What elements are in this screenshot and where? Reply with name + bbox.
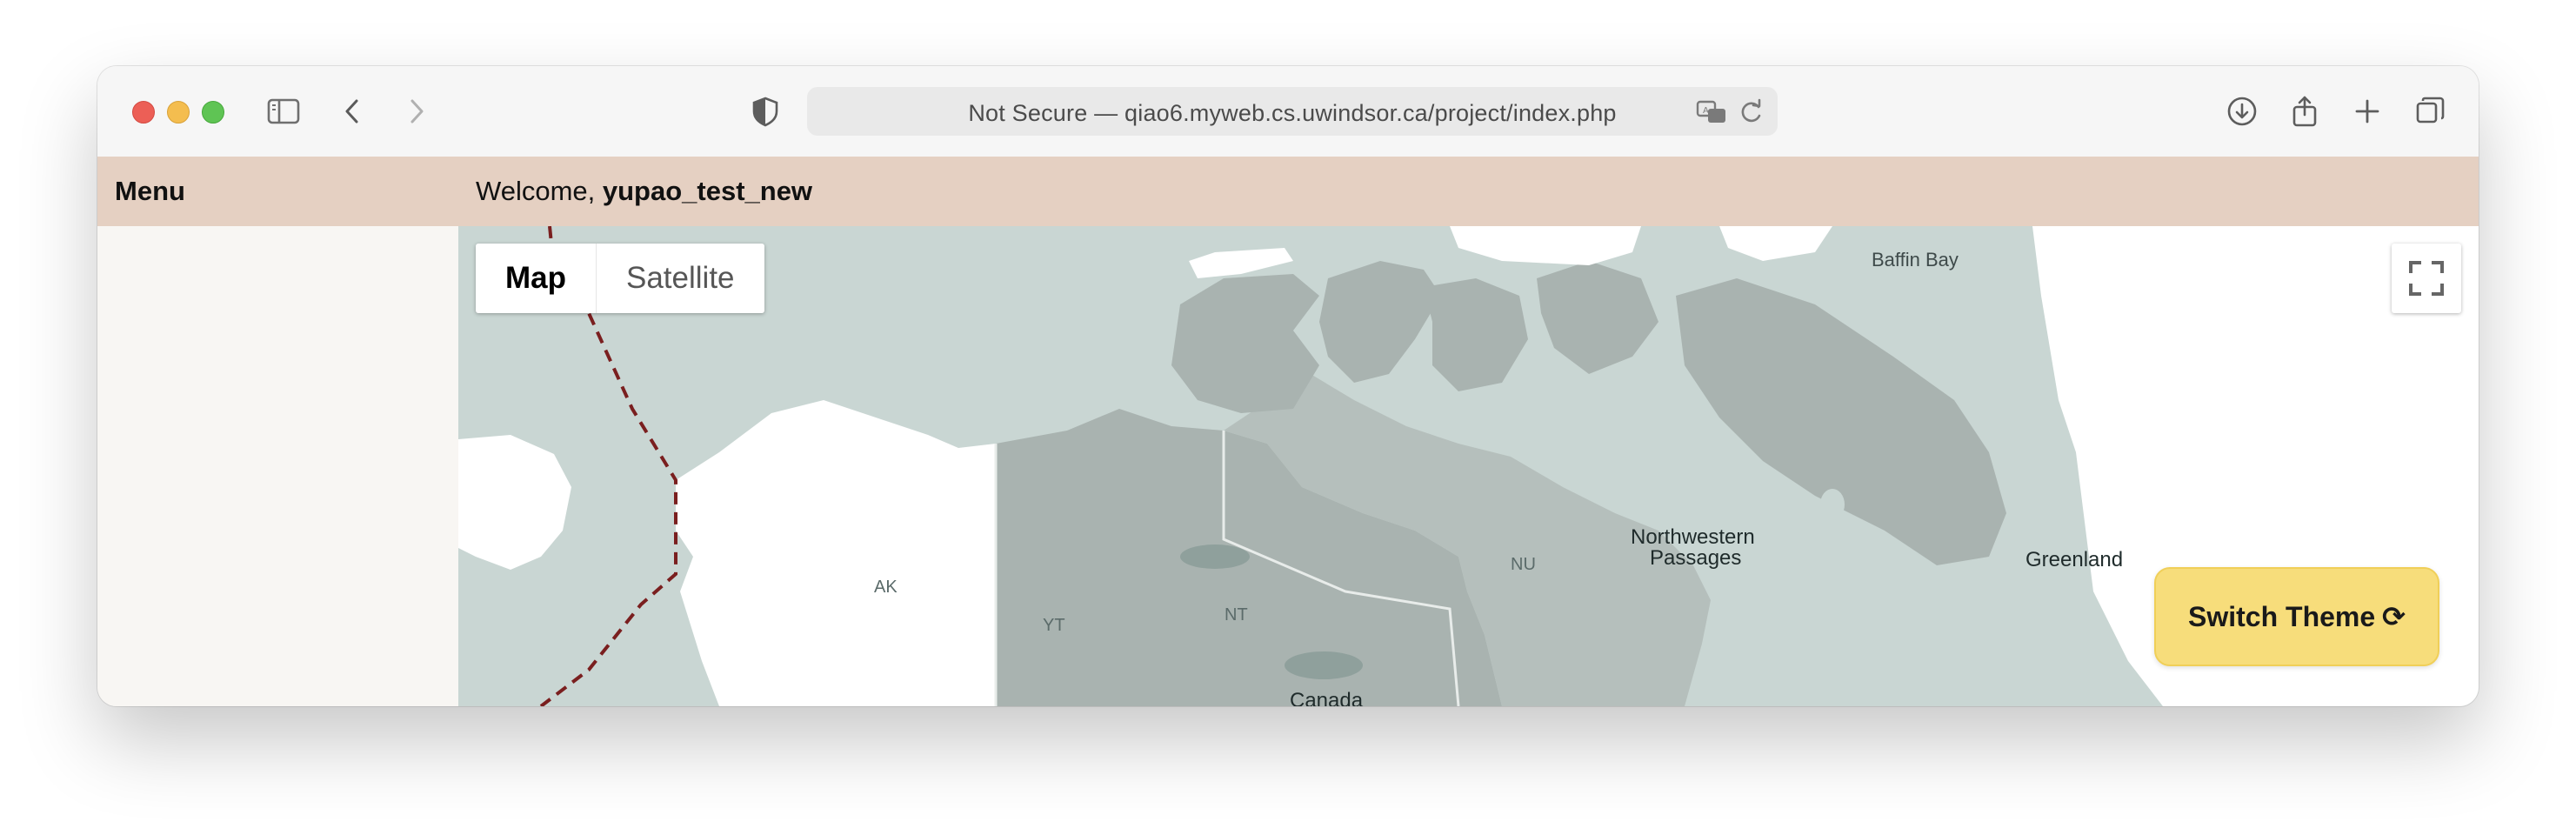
forward-icon[interactable] bbox=[397, 92, 435, 130]
browser-window: Not Secure — qiao6.myweb.cs.uwindsor.ca/… bbox=[97, 66, 2479, 706]
lake-small bbox=[1820, 489, 1845, 520]
close-window-button[interactable] bbox=[132, 101, 155, 124]
address-bar[interactable]: Not Secure — qiao6.myweb.cs.uwindsor.ca/… bbox=[807, 87, 1778, 136]
page-header: Menu Welcome, yupao_test_new bbox=[97, 157, 2479, 226]
map-type-control: Map Satellite bbox=[476, 244, 764, 313]
back-icon[interactable] bbox=[334, 92, 372, 130]
sidebar-toggle-icon[interactable] bbox=[264, 92, 303, 130]
map-label-passages: Passages bbox=[1650, 546, 1742, 570]
map-type-map-button[interactable]: Map bbox=[476, 244, 597, 313]
welcome-message: Welcome, yupao_test_new bbox=[476, 176, 812, 207]
map-type-satellite-button[interactable]: Satellite bbox=[597, 244, 764, 313]
arctic-island-3 bbox=[1424, 278, 1528, 391]
translate-icon[interactable]: A bbox=[1692, 92, 1731, 130]
share-icon[interactable] bbox=[2286, 92, 2324, 130]
welcome-prefix: Welcome, bbox=[476, 176, 603, 206]
browser-toolbar: Not Secure — qiao6.myweb.cs.uwindsor.ca/… bbox=[97, 66, 2479, 158]
north-island bbox=[1450, 226, 1641, 265]
map-label-greenland: Greenland bbox=[2025, 548, 2124, 571]
switch-theme-label: Switch Theme bbox=[2188, 600, 2376, 632]
privacy-shield-icon[interactable] bbox=[746, 92, 784, 130]
alaska-landmass bbox=[458, 435, 571, 570]
map-view[interactable]: Baffin Bay Northwestern Passages Greenla… bbox=[458, 226, 2479, 706]
map-label-yt: YT bbox=[1043, 616, 1065, 635]
download-icon[interactable] bbox=[2223, 92, 2261, 130]
alaska-mainland bbox=[676, 400, 996, 706]
map-label-nu: NU bbox=[1511, 555, 1536, 574]
fullscreen-icon bbox=[2409, 261, 2444, 296]
north-island-3 bbox=[1719, 226, 1832, 261]
username: yupao_test_new bbox=[602, 176, 813, 206]
baffin-island bbox=[1676, 278, 2006, 565]
switch-theme-button[interactable]: Switch Theme ⟳ bbox=[2154, 567, 2439, 666]
minimize-window-button[interactable] bbox=[167, 101, 190, 124]
menu-title[interactable]: Menu bbox=[115, 176, 185, 207]
svg-text:A: A bbox=[1703, 106, 1709, 116]
map-label-baffin-bay: Baffin Bay bbox=[1872, 249, 1959, 271]
reload-icon[interactable] bbox=[1732, 92, 1771, 130]
arctic-island-2 bbox=[1319, 261, 1441, 383]
north-island-2 bbox=[1189, 248, 1293, 278]
great-bear-lake bbox=[1180, 544, 1250, 569]
map-label-nt: NT bbox=[1225, 605, 1248, 625]
sidebar-menu bbox=[97, 226, 458, 706]
map-label-canada: Canada bbox=[1290, 689, 1364, 706]
arctic-island-4 bbox=[1537, 261, 1658, 374]
refresh-icon: ⟳ bbox=[2382, 601, 2406, 632]
great-slave-lake bbox=[1285, 651, 1363, 679]
fullscreen-button[interactable] bbox=[2392, 244, 2461, 313]
zoom-window-button[interactable] bbox=[202, 101, 224, 124]
arctic-island-1 bbox=[1171, 274, 1319, 413]
map-label-ak: AK bbox=[874, 578, 898, 597]
tab-overview-icon[interactable] bbox=[2411, 92, 2449, 130]
new-tab-icon[interactable] bbox=[2348, 92, 2386, 130]
address-text: Not Secure — qiao6.myweb.cs.uwindsor.ca/… bbox=[968, 100, 1617, 126]
